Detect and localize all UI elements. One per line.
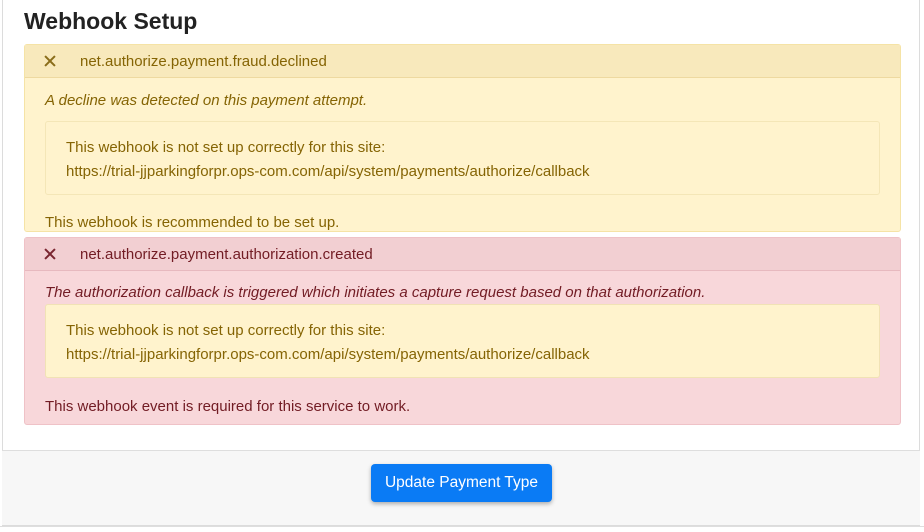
webhook-event-name: net.authorize.payment.fraud.declined: [80, 52, 327, 70]
webhook-card-fraud-declined: net.authorize.payment.fraud.declined A d…: [24, 44, 901, 232]
divider: [0, 526, 924, 527]
webhook-setup-alert: This webhook is not set up correctly for…: [45, 121, 880, 195]
webhook-card-header: net.authorize.payment.fraud.declined: [25, 45, 900, 78]
webhook-card-authorization-created: net.authorize.payment.authorization.crea…: [24, 237, 901, 425]
webhook-card-header: net.authorize.payment.authorization.crea…: [25, 238, 900, 271]
update-payment-type-button[interactable]: Update Payment Type: [371, 464, 552, 502]
webhook-note: This webhook is recommended to be set up…: [45, 214, 340, 231]
webhook-card-body: A decline was detected on this payment a…: [25, 91, 900, 233]
close-icon: [44, 248, 56, 260]
callback-url: https://trial-jjparkingforpr.ops-com.com…: [66, 163, 590, 180]
page-title: Webhook Setup: [24, 8, 198, 34]
webhook-note: This webhook event is required for this …: [45, 398, 411, 415]
alert-message: This webhook is not set up correctly for…: [66, 139, 386, 156]
webhook-description: A decline was detected on this payment a…: [45, 92, 368, 109]
webhook-description: The authorization callback is triggered …: [45, 284, 706, 301]
callback-url: https://trial-jjparkingforpr.ops-com.com…: [66, 346, 590, 363]
webhook-setup-panel: Webhook Setup net.authorize.payment.frau…: [2, 0, 920, 526]
form-footer: Update Payment Type: [2, 450, 920, 525]
webhook-event-name: net.authorize.payment.authorization.crea…: [80, 245, 373, 263]
alert-message: This webhook is not set up correctly for…: [66, 322, 386, 339]
webhook-card-body: The authorization callback is triggered …: [25, 283, 900, 417]
close-icon: [44, 55, 56, 67]
webhook-setup-alert: This webhook is not set up correctly for…: [45, 304, 880, 378]
